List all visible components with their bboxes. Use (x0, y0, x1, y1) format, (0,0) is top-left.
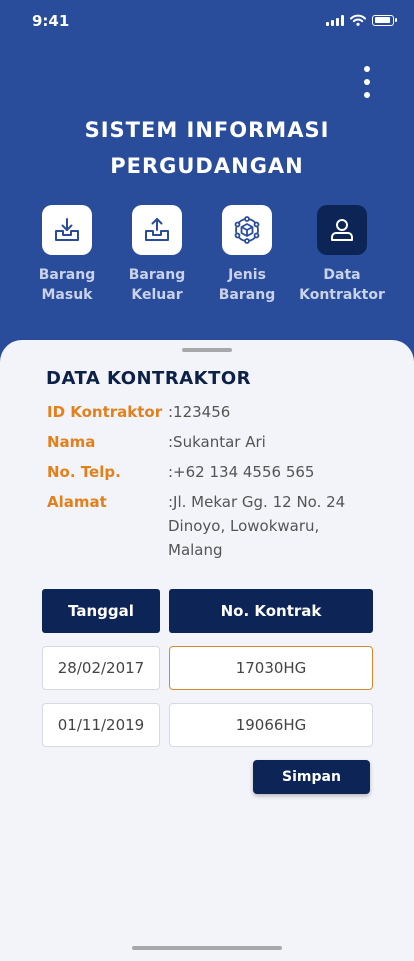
inbox-up-icon (132, 205, 182, 255)
date-cell[interactable]: 01/11/2019 (42, 703, 160, 747)
field-value: :+62 134 4556 565 (168, 463, 315, 481)
date-cell[interactable]: 28/02/2017 (42, 646, 160, 690)
save-button[interactable]: Simpan (253, 760, 370, 794)
cube-network-icon (222, 205, 272, 255)
user-icon (317, 205, 367, 255)
app-title: SISTEM INFORMASI PERGUDANGAN (0, 112, 414, 184)
contractor-info: ID Kontraktor :123456 Nama :Sukantar Ari… (47, 397, 377, 562)
app-title-line2: PERGUDANGAN (110, 154, 304, 178)
main-menu: Barang Masuk Barang Keluar Jenis Barang … (32, 205, 402, 315)
contract-number-cell[interactable]: 19066HG (169, 703, 373, 747)
menu-jenis-barang[interactable]: Jenis Barang (206, 205, 288, 305)
header: 9:41 SISTEM INFORMASI PERGUDANGAN Barang… (0, 0, 414, 380)
column-header-tanggal: Tanggal (42, 589, 160, 633)
status-icons (326, 14, 397, 26)
menu-label-line2: Masuk (41, 287, 93, 303)
menu-label-line1: Data (323, 267, 361, 283)
menu-label-line1: Jenis (228, 267, 266, 283)
field-value: :123456 (168, 403, 231, 421)
menu-label-line2: Keluar (131, 287, 183, 303)
field-value: :Jl. Mekar Gg. 12 No. 24 Dinoyo, Lowokwa… (168, 493, 346, 559)
wifi-icon (350, 14, 366, 26)
field-label: Nama (47, 433, 96, 451)
app-title-line1: SISTEM INFORMASI (84, 118, 330, 142)
menu-label-line2: Barang (218, 287, 276, 303)
field-phone: No. Telp. :+62 134 4556 565 (47, 457, 377, 487)
column-header-no-kontrak: No. Kontrak (169, 589, 373, 633)
status-bar: 9:41 (0, 0, 414, 44)
cellular-signal-icon (326, 14, 344, 26)
inbox-down-icon (42, 205, 92, 255)
menu-label-line1: Barang (38, 267, 96, 283)
field-name: Nama :Sukantar Ari (47, 427, 377, 457)
menu-barang-keluar[interactable]: Barang Keluar (116, 205, 198, 305)
screen: 9:41 SISTEM INFORMASI PERGUDANGAN Barang… (0, 0, 414, 961)
more-options-icon[interactable] (358, 66, 376, 98)
field-label: No. Telp. (47, 463, 121, 481)
field-address: Alamat :Jl. Mekar Gg. 12 No. 24 Dinoyo, … (47, 487, 377, 562)
sheet-grabber[interactable] (182, 348, 232, 352)
contract-number-cell[interactable]: 17030HG (169, 646, 373, 690)
menu-label-line2: Kontraktor (299, 287, 385, 303)
detail-sheet: DATA KONTRAKTOR ID Kontraktor :123456 Na… (0, 340, 414, 961)
field-value: :Sukantar Ari (168, 433, 266, 451)
menu-label-line1: Barang (128, 267, 186, 283)
field-id: ID Kontraktor :123456 (47, 397, 377, 427)
menu-barang-masuk[interactable]: Barang Masuk (26, 205, 108, 305)
home-indicator (132, 946, 282, 950)
menu-data-kontraktor[interactable]: Data Kontraktor (296, 205, 388, 305)
field-label: ID Kontraktor (47, 403, 163, 421)
field-label: Alamat (47, 493, 107, 511)
battery-icon (372, 14, 397, 26)
status-time: 9:41 (32, 12, 70, 30)
section-title: DATA KONTRAKTOR (46, 368, 252, 389)
